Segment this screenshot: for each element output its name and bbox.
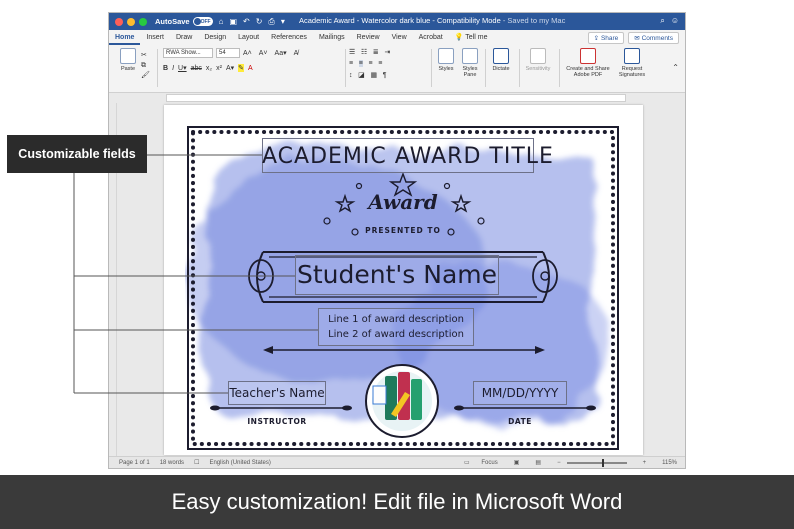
bottom-banner: Easy customization! Edit file in Microso… <box>0 475 794 529</box>
stage: AutoSave OFF ⌂ ▣ ↶ ↻ ⎙ ▾ Academic Award … <box>0 0 794 529</box>
customizable-fields-callout: Customizable fields <box>7 135 147 173</box>
callout-label: Customizable fields <box>18 147 136 161</box>
banner-text: Easy customization! Edit file in Microso… <box>171 489 623 514</box>
callout-leader-lines <box>73 154 318 394</box>
